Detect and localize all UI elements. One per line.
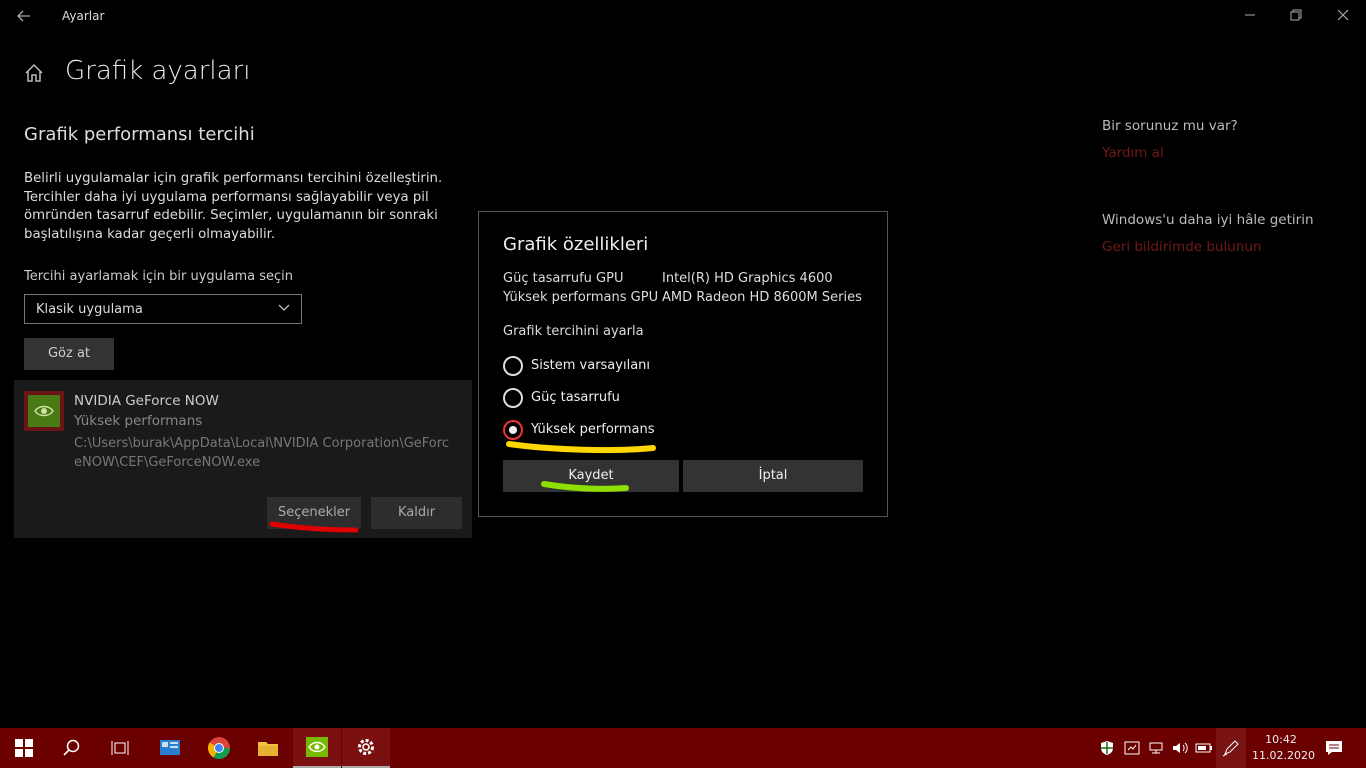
help-question: Bir sorunuz mu var? — [1102, 118, 1238, 134]
perf-gpu-label: Yüksek performans GPU — [503, 290, 659, 305]
select-label: Tercihi ayarlamak için bir uygulama seçi… — [24, 269, 293, 284]
task-view-icon[interactable] — [96, 728, 144, 768]
clock-date: 11.02.2020 — [1252, 749, 1315, 762]
app-type-dropdown[interactable]: Klasik uygulama — [24, 294, 302, 324]
improve-text: Windows'u daha iyi hâle getirin — [1102, 212, 1314, 228]
network-icon[interactable] — [1144, 728, 1168, 768]
windows-start-icon[interactable] — [0, 728, 48, 768]
clock-time: 10:42 — [1265, 733, 1297, 746]
yellow-underline-annotation — [506, 441, 656, 454]
close-icon[interactable] — [1335, 8, 1351, 24]
control-panel-icon[interactable] — [146, 728, 194, 768]
nvidia-icon[interactable] — [293, 728, 341, 768]
window-title: Ayarlar — [62, 9, 105, 23]
security-icon[interactable] — [1095, 728, 1119, 768]
help-link[interactable]: Yardım al — [1102, 145, 1164, 161]
feedback-link[interactable]: Geri bildirimde bulunun — [1102, 239, 1261, 255]
battery-icon[interactable] — [1192, 728, 1216, 768]
remove-button[interactable]: Kaldır — [371, 497, 462, 529]
pref-label: Grafik tercihini ayarla — [503, 324, 644, 339]
red-underline-annotation — [269, 521, 359, 533]
perf-gpu-value: AMD Radeon HD 8600M Series — [662, 290, 862, 305]
clock[interactable]: 10:42 11.02.2020 — [1252, 732, 1315, 764]
pen-icon[interactable] — [1216, 728, 1246, 768]
search-icon[interactable] — [48, 728, 96, 768]
dialog-title: Grafik özellikleri — [503, 234, 649, 255]
volume-icon[interactable] — [1168, 728, 1192, 768]
section-title: Grafik performansı tercihi — [24, 124, 255, 145]
dropdown-value: Klasik uygulama — [36, 302, 143, 317]
back-arrow-icon[interactable] — [16, 8, 34, 26]
chrome-icon[interactable] — [195, 728, 243, 768]
app-path: C:\Users\burak\AppData\Local\NVIDIA Corp… — [74, 436, 449, 470]
notification-icon[interactable] — [1318, 728, 1350, 768]
app-preference: Yüksek performans — [74, 413, 203, 429]
home-icon[interactable] — [24, 63, 44, 83]
tray-app-icon[interactable] — [1120, 728, 1144, 768]
description-text: Belirli uygulamalar için grafik performa… — [24, 171, 443, 242]
power-gpu-value: Intel(R) HD Graphics 4600 — [662, 271, 833, 286]
chevron-down-icon — [277, 300, 291, 314]
restore-icon[interactable] — [1288, 8, 1304, 24]
radio-circle — [503, 388, 523, 408]
power-gpu-label: Güç tasarrufu GPU — [503, 271, 624, 286]
minimize-icon[interactable] — [1242, 8, 1258, 24]
settings-icon[interactable] — [342, 728, 390, 768]
browse-button[interactable]: Göz at — [24, 338, 114, 370]
nvidia-geforce-now-icon — [24, 391, 64, 431]
cancel-button[interactable]: İptal — [683, 460, 863, 492]
radio-circle — [503, 356, 523, 376]
app-name: NVIDIA GeForce NOW — [74, 393, 219, 409]
green-underline-annotation — [541, 481, 629, 492]
file-explorer-icon[interactable] — [244, 728, 292, 768]
page-title: Grafik ayarları — [65, 56, 251, 86]
